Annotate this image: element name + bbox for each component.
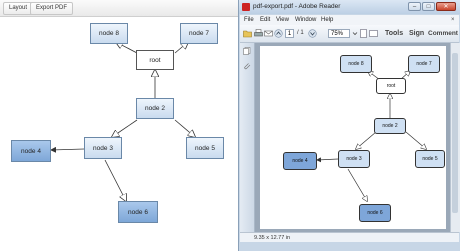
pdf-graph-edges (316, 46, 446, 229)
document-close-icon[interactable]: × (451, 15, 455, 25)
pdf-page: node 8 node 7 root node 2 node 3 node 4 … (260, 46, 446, 229)
pdf-node-7: node 7 (408, 55, 440, 73)
layout-button[interactable]: Layout (3, 2, 34, 15)
printer-icon[interactable] (254, 29, 263, 38)
arrow-down-icon[interactable] (308, 29, 317, 38)
menu-window[interactable]: Window (295, 15, 316, 25)
maximize-button[interactable]: □ (422, 2, 435, 11)
arrow-up-icon[interactable] (274, 29, 283, 38)
fit-page-icon[interactable] (359, 29, 368, 38)
node-7[interactable]: node 7 (180, 23, 218, 44)
document-area[interactable]: node 8 node 7 root node 2 node 3 node 4 … (255, 43, 450, 232)
title-bar[interactable]: pdf-export.pdf - Adobe Reader – □ ✕ (239, 0, 460, 14)
node-2[interactable]: node 2 (136, 98, 174, 119)
node-3[interactable]: node 3 (84, 137, 122, 159)
pdf-node-5: node 5 (415, 150, 445, 168)
export-pdf-button[interactable]: Export PDF (30, 2, 74, 15)
menu-view[interactable]: View (276, 15, 289, 25)
page-total: / 1 (297, 30, 304, 36)
fit-width-icon[interactable] (369, 29, 378, 38)
editor-toolbar: Layout Export PDF (0, 0, 238, 17)
reader-toolbar: 1 / 1 75% Tools Sign Comment (240, 25, 459, 43)
paperclip-icon[interactable] (243, 62, 251, 70)
edge-node2-node3 (112, 119, 138, 137)
chevron-down-icon[interactable] (352, 29, 358, 38)
comment-button[interactable]: Comment (428, 28, 458, 39)
graph-editor-window: Layout Export PDF node 8 node 7 root nod… (0, 0, 239, 251)
minimize-button[interactable]: – (408, 2, 421, 11)
node-root[interactable]: root (136, 50, 174, 70)
tools-button[interactable]: Tools (385, 28, 403, 39)
scrollbar-thumb[interactable] (452, 53, 458, 213)
edge-node3-node6 (104, 159, 126, 201)
pages-icon[interactable] (243, 47, 251, 55)
node-8[interactable]: node 8 (90, 23, 128, 44)
pdf-node-4: node 4 (283, 152, 317, 170)
pdf-node-6: node 6 (359, 204, 391, 222)
graph-canvas[interactable]: node 8 node 7 root node 2 node 3 node 4 … (0, 17, 238, 251)
window-frame-bottom (239, 242, 460, 251)
window-title: pdf-export.pdf - Adobe Reader (253, 3, 341, 10)
close-button[interactable]: ✕ (436, 2, 456, 11)
node-4[interactable]: node 4 (11, 140, 51, 162)
zoom-select[interactable]: 75% (328, 29, 350, 38)
node-6[interactable]: node 6 (118, 201, 158, 223)
pdf-node-2: node 2 (374, 118, 406, 134)
pdf-node-root: root (376, 78, 406, 94)
menu-bar: File Edit View Window Help × (240, 15, 459, 25)
menu-file[interactable]: File (244, 15, 254, 25)
envelope-icon[interactable] (264, 29, 273, 38)
menu-edit[interactable]: Edit (260, 15, 270, 25)
menu-help[interactable]: Help (321, 15, 333, 25)
folder-icon[interactable] (243, 29, 252, 38)
acrobat-icon (242, 3, 250, 11)
page-number-input[interactable]: 1 (285, 29, 294, 38)
pdf-node-8: node 8 (340, 55, 372, 73)
sign-button[interactable]: Sign (409, 28, 424, 39)
navigation-panel (240, 43, 255, 241)
pdf-node-3: node 3 (338, 150, 370, 168)
vertical-scrollbar[interactable] (450, 43, 460, 232)
edge-node2-node5 (174, 119, 195, 137)
edge-node3-node4 (50, 146, 85, 153)
adobe-reader-window: pdf-export.pdf - Adobe Reader – □ ✕ File… (238, 0, 460, 251)
node-5[interactable]: node 5 (186, 137, 224, 159)
